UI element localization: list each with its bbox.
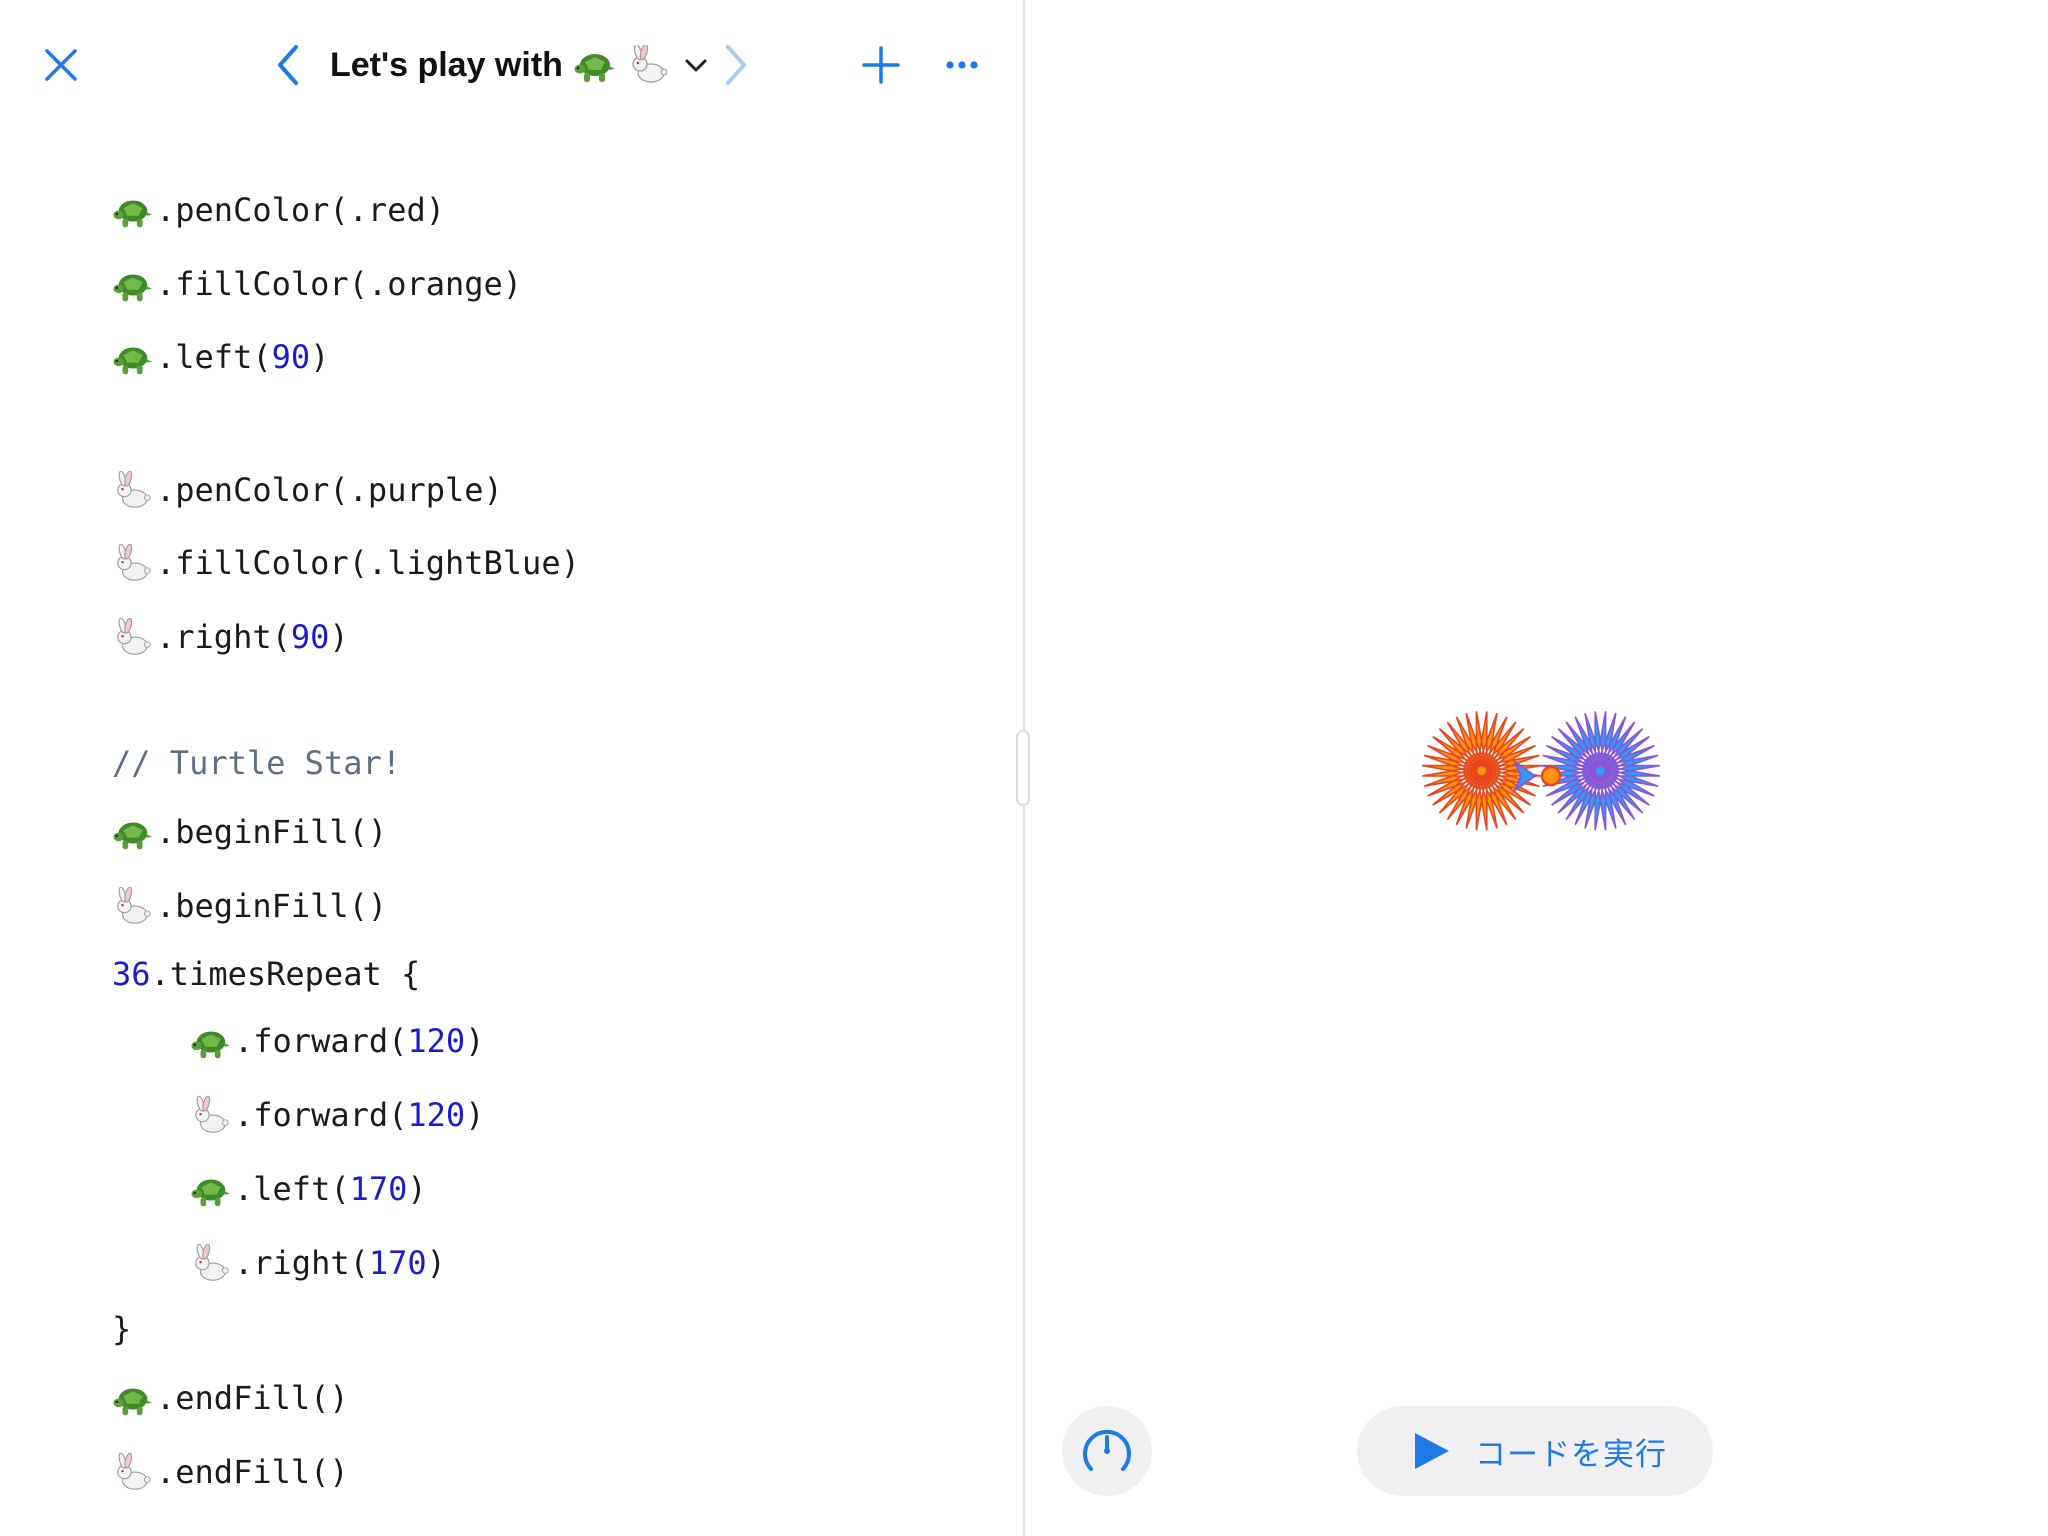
play-icon bbox=[1415, 1433, 1449, 1469]
code-line[interactable]: .left(170) bbox=[190, 1167, 427, 1211]
rabbit-icon bbox=[190, 1243, 234, 1284]
speed-button[interactable] bbox=[1062, 1406, 1152, 1496]
code-line[interactable]: 36 .timesRepeat { bbox=[112, 952, 420, 996]
rabbit-icon bbox=[112, 617, 156, 658]
code-text: .beginFill() bbox=[156, 887, 388, 925]
code-text: ) bbox=[407, 1170, 427, 1208]
turtle-icon bbox=[112, 812, 156, 853]
code-text: .forward( bbox=[234, 1022, 408, 1060]
rabbit-icon bbox=[112, 543, 156, 584]
code-text: .left( bbox=[234, 1170, 350, 1208]
turtle-canvas bbox=[1422, 711, 1660, 831]
turtle-icon bbox=[112, 190, 156, 231]
chevron-right-icon bbox=[726, 45, 746, 85]
code-text: .penColor(.red) bbox=[156, 191, 445, 229]
rabbit-icon bbox=[627, 45, 671, 85]
code-text: ) bbox=[465, 1096, 485, 1134]
code-editor-pane: Let's play with .penColor(.red) .fillCol… bbox=[0, 0, 1023, 1536]
turtle-icon bbox=[573, 45, 617, 85]
more-button[interactable] bbox=[942, 40, 982, 90]
code-line[interactable]: .endFill() bbox=[112, 1450, 349, 1494]
code-text: .left( bbox=[156, 338, 272, 376]
code-line[interactable]: .forward(120) bbox=[190, 1019, 484, 1063]
ellipsis-icon bbox=[946, 61, 978, 69]
code-text: .forward( bbox=[234, 1096, 408, 1134]
code-number: 170 bbox=[349, 1170, 408, 1208]
code-number: 120 bbox=[407, 1022, 466, 1060]
code-line[interactable]: .penColor(.purple) bbox=[112, 468, 503, 512]
rabbit-icon bbox=[112, 470, 156, 511]
code-text: .fillColor(.orange) bbox=[156, 265, 523, 303]
code-text: .right( bbox=[234, 1244, 369, 1282]
code-text: ) bbox=[310, 338, 330, 376]
code-text: .right( bbox=[156, 618, 291, 656]
rabbit-icon bbox=[112, 1452, 156, 1493]
run-code-button[interactable]: コードを実行 bbox=[1357, 1406, 1713, 1496]
code-line[interactable]: .beginFill() bbox=[112, 884, 387, 928]
code-text: ) bbox=[465, 1022, 485, 1060]
turtle-icon bbox=[190, 1021, 234, 1062]
next-page-button[interactable] bbox=[716, 40, 756, 90]
code-number: 170 bbox=[368, 1244, 427, 1282]
close-button[interactable] bbox=[36, 40, 86, 90]
code-line[interactable]: .fillColor(.lightBlue) bbox=[112, 541, 580, 585]
code-line[interactable]: .right(170) bbox=[190, 1241, 446, 1285]
code-line[interactable]: .endFill() bbox=[112, 1376, 349, 1420]
page-title: Let's play with bbox=[330, 45, 563, 84]
speedometer-icon bbox=[1083, 1429, 1131, 1471]
rabbit-icon bbox=[190, 1095, 234, 1136]
turtle-icon bbox=[112, 337, 156, 378]
turtle-icon bbox=[112, 264, 156, 305]
close-icon bbox=[45, 49, 77, 81]
code-text: .endFill() bbox=[156, 1379, 349, 1417]
code-text: .endFill() bbox=[156, 1453, 349, 1491]
code-line[interactable]: .right(90) bbox=[112, 615, 349, 659]
code-line[interactable]: .left(90) bbox=[112, 335, 329, 379]
code-line[interactable]: .forward(120) bbox=[190, 1093, 484, 1137]
turtle-icon bbox=[112, 1378, 156, 1419]
page-title-menu[interactable]: Let's play with bbox=[330, 40, 709, 90]
previous-page-button[interactable] bbox=[268, 40, 308, 90]
run-code-label: コードを実行 bbox=[1475, 1436, 1667, 1473]
code-text: .timesRepeat { bbox=[150, 955, 421, 993]
code-line[interactable]: .fillColor(.orange) bbox=[112, 262, 522, 306]
code-number: 90 bbox=[290, 618, 330, 656]
code-line[interactable]: // Turtle Star! bbox=[112, 741, 401, 785]
add-button[interactable] bbox=[856, 40, 906, 90]
live-view-pane bbox=[1025, 0, 2048, 1536]
code-comment: // Turtle Star! bbox=[112, 744, 401, 782]
code-text: .fillColor(.lightBlue) bbox=[156, 544, 580, 582]
code-number: 120 bbox=[407, 1096, 466, 1134]
code-line[interactable]: .beginFill() bbox=[112, 810, 387, 854]
turtle-icon bbox=[190, 1169, 234, 1210]
code-line[interactable]: .penColor(.red) bbox=[112, 188, 445, 232]
code-text: ) bbox=[426, 1244, 446, 1282]
code-number: 90 bbox=[271, 338, 311, 376]
chevron-left-icon bbox=[278, 45, 298, 85]
chevron-down-icon bbox=[685, 59, 707, 72]
code-text: .beginFill() bbox=[156, 813, 388, 851]
rabbit-icon bbox=[112, 886, 156, 927]
plus-icon bbox=[862, 46, 900, 84]
code-text: } bbox=[112, 1310, 132, 1348]
code-number: 36 bbox=[112, 955, 151, 993]
code-text: ) bbox=[329, 618, 349, 656]
code-line[interactable]: } bbox=[112, 1307, 131, 1351]
code-text: .penColor(.purple) bbox=[156, 471, 503, 509]
turtle-cursor bbox=[1540, 765, 1562, 787]
